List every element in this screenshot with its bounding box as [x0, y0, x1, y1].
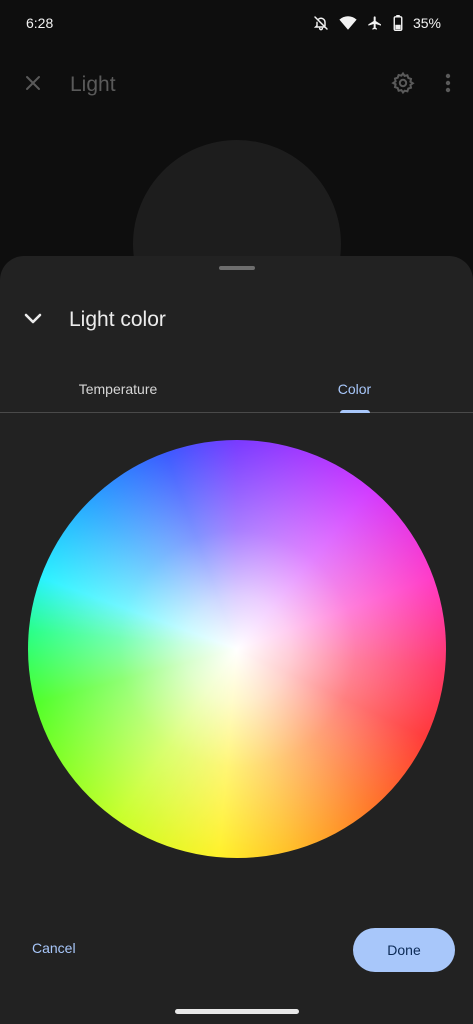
tab-selected-indicator: [339, 410, 370, 413]
tab-color-label: Color: [337, 381, 372, 397]
color-wheel-picker[interactable]: [28, 440, 446, 858]
bell-off-icon: [313, 15, 329, 31]
tab-temperature-label: Temperature: [78, 381, 158, 397]
home-indicator[interactable]: [174, 1009, 299, 1014]
close-button[interactable]: [20, 72, 46, 98]
status-bar: 6:28 35%: [0, 0, 473, 46]
app-bar: Light: [0, 60, 473, 110]
status-time: 6:28: [26, 15, 54, 31]
settings-button[interactable]: [389, 71, 417, 99]
sheet-title: Light color: [69, 308, 166, 331]
screen: 6:28 35% Light Light color Temperature C…: [0, 0, 473, 1024]
cancel-button[interactable]: Cancel: [32, 940, 76, 956]
light-color-sheet: Light color Temperature Color Cancel Don…: [0, 256, 473, 1024]
tab-bar: Temperature Color: [0, 366, 473, 413]
more-vert-icon: [445, 73, 451, 98]
more-options-button[interactable]: [443, 72, 453, 98]
airplane-icon: [367, 15, 383, 31]
sheet-header: Light color: [0, 300, 473, 340]
battery-percent: 35%: [412, 15, 441, 31]
app-bar-title: Light: [70, 73, 116, 96]
status-icons: 35%: [313, 15, 441, 31]
chevron-down-icon: [24, 311, 42, 329]
tab-temperature[interactable]: Temperature: [0, 366, 236, 412]
drag-handle[interactable]: [218, 266, 255, 270]
close-icon: [24, 74, 42, 97]
wifi-icon: [339, 15, 357, 31]
collapse-button[interactable]: [20, 307, 46, 333]
done-button[interactable]: Done: [353, 928, 455, 972]
tab-color[interactable]: Color: [236, 366, 473, 413]
battery-icon: [393, 15, 403, 31]
gear-icon: [391, 71, 415, 100]
